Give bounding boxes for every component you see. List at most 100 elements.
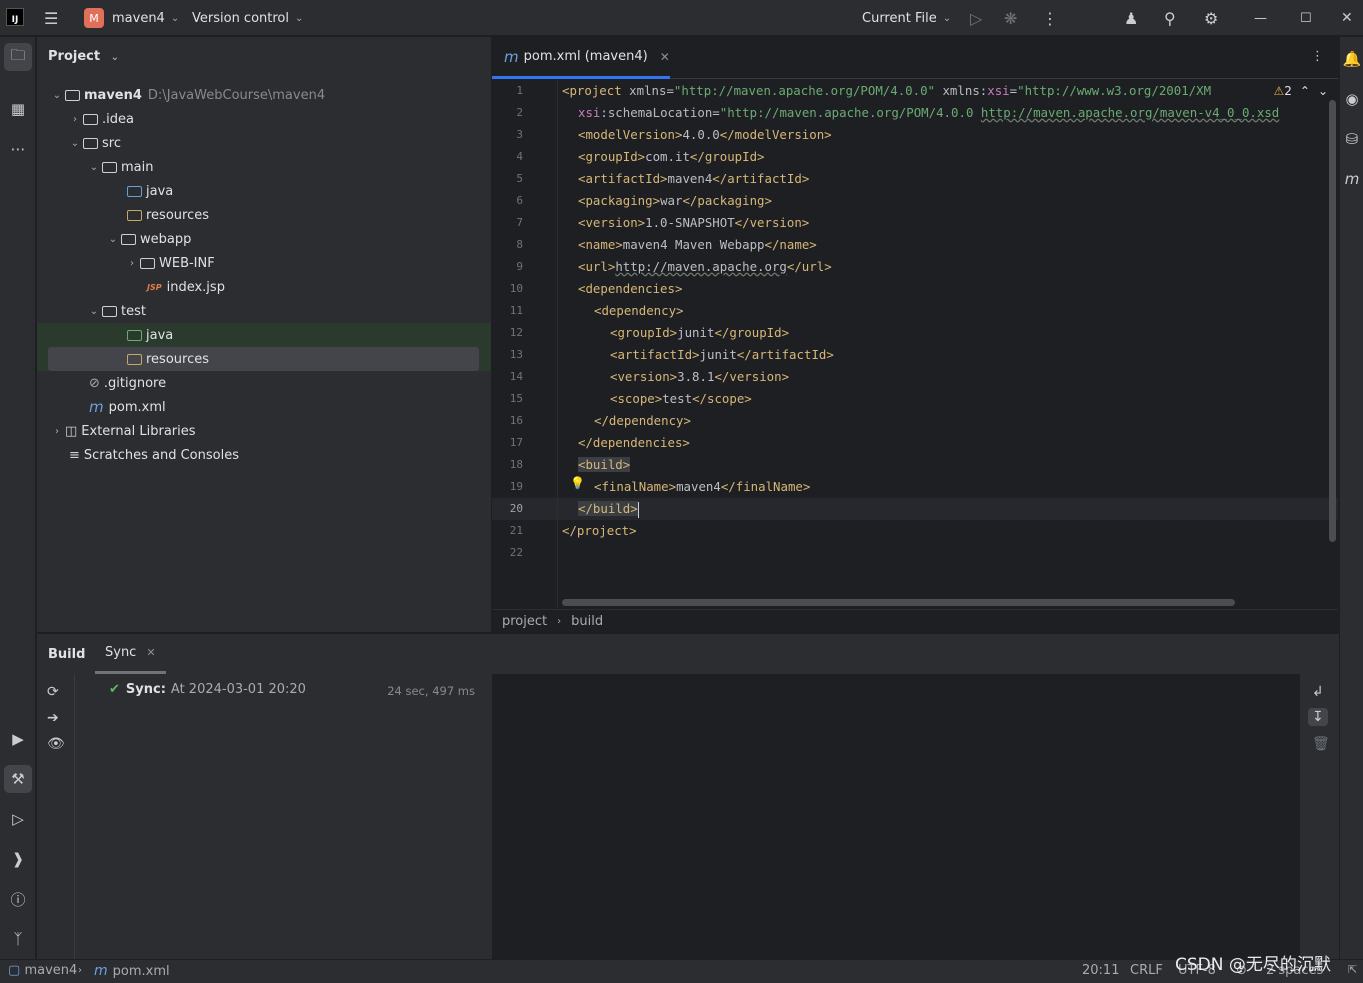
- tree-item-test-java[interactable]: java: [37, 323, 491, 347]
- line-number: 7: [516, 216, 523, 229]
- chevron-right-icon: ›: [73, 113, 77, 125]
- code-line-2: xsi:schemaLocation="http://maven.apache.…: [578, 105, 1280, 120]
- code-line-21: </project>: [562, 523, 637, 538]
- tree-item-main-java[interactable]: java: [37, 179, 491, 203]
- tree-item-web-inf[interactable]: › WEB-INF: [37, 251, 491, 275]
- eye-icon[interactable]: 👁: [47, 736, 65, 752]
- scroll-to-end-icon[interactable]: ↧: [1308, 708, 1328, 726]
- editor-tab-bar: m pom.xml (maven4) ✕ ⋮: [492, 37, 1338, 79]
- inspection-widget[interactable]: ⚠2 ⌃ ⌄: [1273, 84, 1328, 98]
- tab-pom-xml[interactable]: m pom.xml (maven4) ✕: [492, 37, 670, 79]
- tree-item-test-resources[interactable]: resources: [48, 347, 479, 371]
- caret-position[interactable]: 20:11: [1082, 963, 1119, 978]
- chevron-down-icon[interactable]: ⌄: [1318, 84, 1328, 98]
- run-tool-icon[interactable]: ▷: [4, 805, 32, 833]
- debug-icon[interactable]: ❋: [1004, 0, 1017, 36]
- run-config-selector[interactable]: Current File ⌄: [862, 0, 951, 36]
- services-tool-icon[interactable]: ▶: [4, 725, 32, 753]
- chevron-down-icon: ⌄: [108, 233, 118, 245]
- tree-item-webapp[interactable]: ⌄ webapp: [37, 227, 491, 251]
- libraries-icon: ◫: [65, 423, 78, 439]
- line-number: 13: [509, 348, 523, 361]
- tree-item-main-resources[interactable]: resources: [37, 203, 491, 227]
- more-options-icon[interactable]: ⋮: [1042, 0, 1058, 36]
- code-line-20: </build>: [578, 501, 640, 518]
- git-tool-icon[interactable]: ᛉ: [4, 925, 32, 953]
- close-window-icon[interactable]: ✕: [1341, 0, 1353, 36]
- folder-icon: [102, 161, 117, 173]
- chevron-up-icon[interactable]: ⌃: [1300, 84, 1310, 98]
- sync-result-row[interactable]: ✔ Sync: At 2024-03-01 20:20: [109, 682, 306, 697]
- tree-item-index-jsp[interactable]: JSP index.jsp: [37, 275, 491, 299]
- chevron-right-icon: ›: [557, 615, 562, 627]
- tree-item-maven4[interactable]: ⌄ maven4 D:\JavaWebCourse\maven4: [37, 83, 491, 107]
- tree-item-external-libraries[interactable]: › ◫ External Libraries: [37, 419, 491, 443]
- lightbulb-icon[interactable]: 💡: [570, 476, 585, 490]
- database-icon[interactable]: ⛁: [1340, 125, 1363, 153]
- build-tool-icon[interactable]: ⚒: [4, 765, 32, 793]
- line-number: 21: [509, 524, 523, 537]
- folder-icon: [83, 113, 98, 125]
- maven-tool-icon[interactable]: m: [1340, 165, 1363, 193]
- structure-tool-icon[interactable]: ▦: [4, 95, 32, 123]
- tree-item-pom-xml[interactable]: m pom.xml: [37, 395, 491, 419]
- sync-duration: 24 sec, 497 ms: [387, 684, 475, 698]
- ai-assistant-icon[interactable]: ◉: [1340, 85, 1363, 113]
- main-menu-icon[interactable]: ☰: [44, 0, 58, 36]
- run-icon[interactable]: ▷: [970, 0, 982, 36]
- horizontal-scrollbar[interactable]: [562, 599, 1235, 606]
- chevron-right-icon: ›: [55, 425, 59, 437]
- settings-gear-icon[interactable]: ⚙: [1204, 0, 1218, 36]
- search-icon[interactable]: ⚲: [1164, 0, 1176, 36]
- line-number: 9: [516, 260, 523, 273]
- tree-item-test[interactable]: ⌄ test: [37, 299, 491, 323]
- trash-icon[interactable]: 🗑: [1312, 736, 1330, 752]
- close-tab-icon[interactable]: ✕: [146, 646, 155, 659]
- breadcrumb-item-project[interactable]: project: [502, 614, 547, 629]
- chevron-down-icon: ⌄: [942, 12, 952, 24]
- tab-sync[interactable]: Sync ✕: [95, 634, 166, 674]
- terminal-tool-icon[interactable]: ❱: [4, 845, 32, 873]
- lock-icon[interactable]: ⇱: [1348, 963, 1357, 976]
- tree-item-scratches[interactable]: ≡ Scratches and Consoles: [37, 443, 491, 467]
- file-crumb[interactable]: m pom.xml: [94, 963, 170, 979]
- folder-icon: [102, 305, 117, 317]
- tree-item-src[interactable]: ⌄ src: [37, 131, 491, 155]
- line-number: 4: [516, 150, 523, 163]
- chevron-down-icon: ⌄: [52, 89, 62, 101]
- vertical-scrollbar[interactable]: [1329, 100, 1336, 542]
- project-selector[interactable]: M maven4 ⌄: [84, 0, 179, 36]
- tree-item-idea[interactable]: › .idea: [37, 107, 491, 131]
- code-editor[interactable]: 1 2 3 4 5 6 7 8 9 10 11 12 13 14 15 16 17 18 19 20 21 22 <pro…: [492, 80, 1338, 608]
- tree-item-gitignore[interactable]: ⊘ .gitignore: [37, 371, 491, 395]
- project-tool-icon[interactable]: 🗀: [4, 43, 32, 71]
- vcs-selector[interactable]: Version control ⌄: [192, 0, 303, 36]
- notifications-icon[interactable]: 🔔: [1340, 45, 1363, 73]
- pin-icon[interactable]: ➔: [47, 710, 59, 726]
- tree-item-main[interactable]: ⌄ main: [37, 155, 491, 179]
- line-number: 14: [509, 370, 523, 383]
- problems-tool-icon[interactable]: ⓘ: [4, 885, 32, 913]
- build-panel: Build Sync ✕ ⟳ ➔ 👁 ✔ Sync: At 2024-03-01…: [37, 633, 1339, 960]
- intellij-logo-icon[interactable]: IJ: [6, 8, 24, 26]
- code-line-11: <dependency>: [594, 303, 684, 318]
- code-line-13: <artifactId>junit</artifactId>: [610, 347, 834, 362]
- vcs-label: Version control: [192, 10, 289, 26]
- jsp-file-icon: JSP: [147, 282, 162, 292]
- minimize-window-icon[interactable]: —: [1254, 0, 1267, 36]
- project-panel-title[interactable]: Project ⌄: [48, 49, 119, 64]
- module-crumb[interactable]: ▢ maven4: [8, 963, 77, 978]
- more-tools-icon[interactable]: ⋯: [4, 135, 32, 163]
- build-console-output[interactable]: [492, 674, 1300, 960]
- tab-build[interactable]: Build: [48, 634, 85, 674]
- soft-wrap-icon[interactable]: ↲: [1312, 684, 1324, 700]
- resync-icon[interactable]: ⟳: [47, 684, 59, 700]
- close-tab-icon[interactable]: ✕: [660, 50, 670, 64]
- add-user-icon[interactable]: ♟: [1124, 0, 1138, 36]
- line-separator[interactable]: CRLF: [1130, 963, 1163, 978]
- code-line-12: <groupId>junit</groupId>: [610, 325, 790, 340]
- maximize-window-icon[interactable]: ☐: [1300, 0, 1312, 36]
- breadcrumb-item-build[interactable]: build: [571, 614, 603, 629]
- source-folder-icon: [127, 185, 142, 197]
- tab-options-icon[interactable]: ⋮: [1311, 49, 1324, 64]
